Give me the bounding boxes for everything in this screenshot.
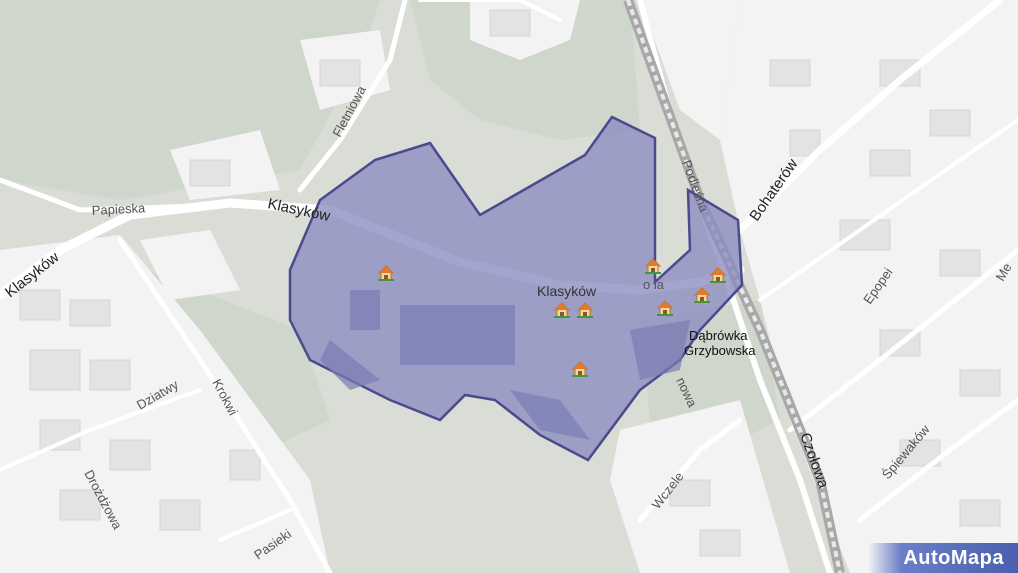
street-label-klasykow-main: Klasyków [537, 283, 597, 299]
place-label-line2: Grzybowska [684, 343, 756, 358]
street-label-papieska: Papieska [91, 200, 146, 218]
map-view[interactable]: Klasyków Klasyków Klasyków Papieska Flet… [0, 0, 1018, 573]
logo-text: AutoMapa [903, 546, 1004, 569]
place-label-line1: Dąbrówka [689, 328, 748, 343]
automapa-logo: AutoMapa [868, 543, 1018, 573]
street-label-fragment-ola: o la [643, 277, 665, 292]
street-label-podlesna: Podleśna [679, 158, 712, 215]
map-canvas[interactable]: Klasyków Klasyków Klasyków Papieska Flet… [0, 0, 1018, 573]
